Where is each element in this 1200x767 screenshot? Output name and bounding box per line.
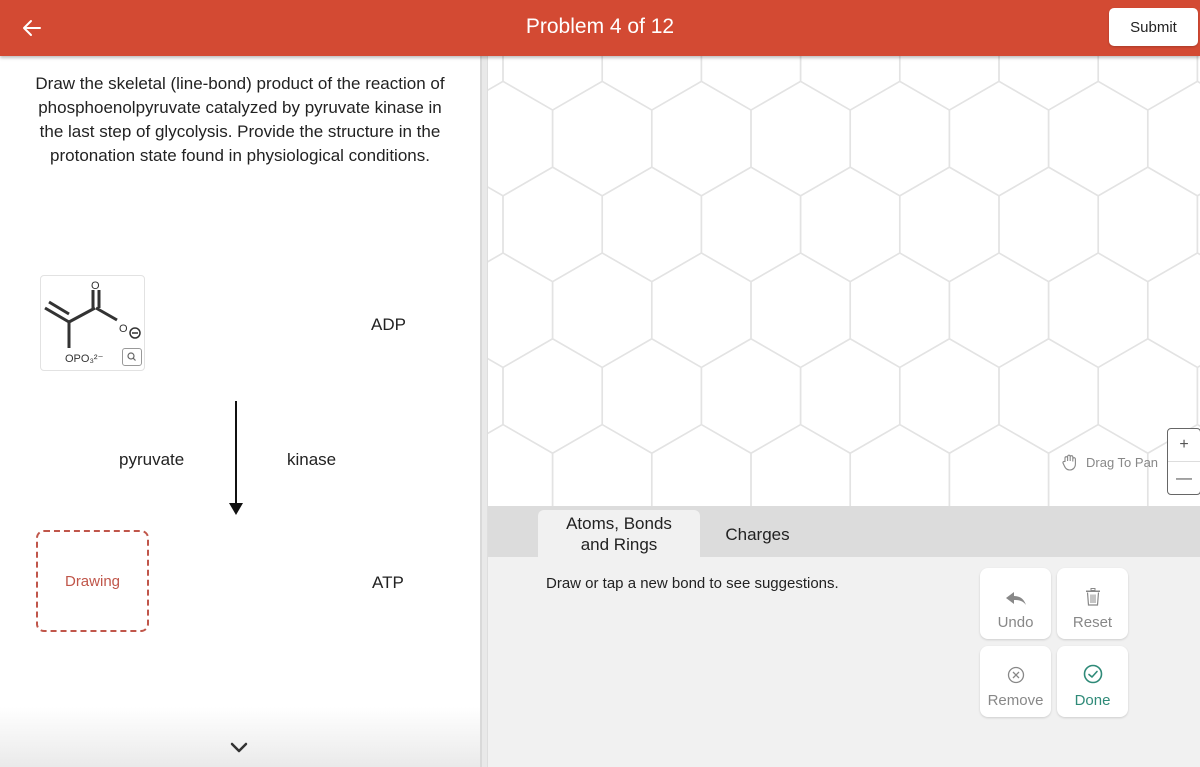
hex-cell bbox=[488, 252, 554, 369]
hex-cell bbox=[849, 80, 951, 197]
undo-label: Undo bbox=[997, 614, 1034, 631]
remove-label: Remove bbox=[987, 692, 1044, 709]
hex-cell bbox=[899, 337, 1000, 455]
close-circle-icon bbox=[1007, 666, 1024, 684]
catalyst-right-label: kinase bbox=[287, 450, 337, 469]
hex-cell bbox=[651, 80, 752, 197]
done-label: Done bbox=[1074, 692, 1111, 709]
tools-panel: Atoms, Bonds and Rings Charges Draw or t… bbox=[488, 506, 1200, 767]
hand-icon bbox=[1062, 454, 1076, 471]
reset-button[interactable]: Reset bbox=[1057, 568, 1128, 639]
page-title: Problem 4 of 12 bbox=[525, 15, 675, 38]
hex-grid bbox=[488, 56, 1200, 506]
reaction-arrow-icon bbox=[229, 401, 243, 515]
hex-cell bbox=[1147, 252, 1200, 369]
hex-cell bbox=[750, 80, 851, 197]
hex-cell bbox=[948, 252, 1050, 369]
hex-cell bbox=[899, 56, 1000, 111]
hex-cell bbox=[488, 357, 504, 435]
pan-hint-label: Drag To Pan bbox=[1086, 454, 1159, 470]
hex-cell bbox=[601, 56, 703, 111]
remove-button[interactable]: Remove bbox=[980, 646, 1051, 717]
check-circle-icon bbox=[1083, 664, 1102, 684]
hex-cell bbox=[1047, 252, 1149, 369]
chevron-down-icon[interactable] bbox=[230, 742, 248, 754]
hex-cell bbox=[651, 423, 752, 506]
hex-cell bbox=[700, 166, 802, 283]
zoom-out-button[interactable]: — bbox=[1168, 462, 1200, 495]
tab-charges[interactable]: Charges bbox=[700, 510, 815, 557]
zoom-controls: + — bbox=[1167, 428, 1200, 495]
hex-cell bbox=[651, 252, 752, 369]
hex-cell bbox=[948, 80, 1050, 197]
hex-cell bbox=[799, 56, 901, 111]
reset-label: Reset bbox=[1072, 614, 1113, 631]
hex-cell bbox=[998, 56, 1099, 111]
hex-cell bbox=[551, 252, 653, 369]
tab-label-line1: Atoms, Bonds bbox=[566, 514, 672, 533]
hex-cell bbox=[899, 166, 1000, 283]
hex-cell bbox=[998, 166, 1099, 283]
question-prompt: Draw the skeletal (line-bond) product of… bbox=[35, 74, 445, 165]
hex-cell bbox=[750, 252, 851, 369]
submit-button[interactable]: Submit bbox=[1109, 8, 1198, 46]
hex-cell bbox=[998, 337, 1099, 455]
hex-cell bbox=[502, 56, 603, 111]
hex-cell bbox=[502, 166, 603, 283]
magnifier-icon bbox=[127, 352, 136, 361]
carbonyl-oxygen: O bbox=[91, 280, 100, 292]
hex-cell bbox=[1097, 166, 1199, 283]
hex-cell bbox=[551, 423, 653, 506]
hex-cell bbox=[849, 252, 951, 369]
hex-cell bbox=[1047, 80, 1149, 197]
hex-cell bbox=[799, 337, 901, 455]
catalyst-left-label: pyruvate bbox=[119, 450, 185, 469]
undo-button[interactable]: Undo bbox=[980, 568, 1051, 639]
panel-divider[interactable] bbox=[480, 56, 488, 767]
pan-hint: Drag To Pan bbox=[1060, 452, 1158, 472]
hex-cell bbox=[948, 423, 1050, 506]
question-panel: Draw the skeletal (line-bond) product of… bbox=[0, 56, 480, 767]
hex-cell bbox=[1097, 56, 1199, 111]
zoom-structure-button[interactable] bbox=[122, 348, 142, 366]
done-button[interactable]: Done bbox=[1057, 646, 1128, 717]
hex-cell bbox=[488, 186, 504, 263]
hex-cell bbox=[601, 337, 703, 455]
trash-icon bbox=[1085, 588, 1100, 606]
hex-cell bbox=[799, 166, 901, 283]
suggestion-hint: Draw or tap a new bond to see suggestion… bbox=[546, 575, 839, 592]
hex-cell bbox=[488, 423, 554, 506]
hex-cell bbox=[502, 337, 603, 455]
zoom-in-button[interactable]: + bbox=[1168, 429, 1200, 462]
byproduct-below-arrow: ATP bbox=[372, 573, 404, 592]
undo-icon bbox=[1005, 592, 1026, 605]
hex-cell bbox=[601, 166, 703, 283]
product-drawing-placeholder[interactable]: Drawing bbox=[36, 530, 149, 632]
hex-cell bbox=[700, 337, 802, 455]
hex-cell bbox=[1147, 80, 1200, 197]
phosphate-group-label: OPO₃²⁻ bbox=[65, 353, 104, 365]
hex-cell bbox=[750, 423, 851, 506]
drawing-canvas[interactable] bbox=[488, 56, 1200, 506]
scroll-fade bbox=[0, 707, 480, 767]
top-bar: Problem 4 of 12 Submit bbox=[0, 0, 1200, 56]
tab-atoms-bonds-rings[interactable]: Atoms, Bonds and Rings bbox=[538, 510, 700, 557]
carboxylate-oxygen: O bbox=[119, 323, 128, 335]
hex-cell bbox=[551, 80, 653, 197]
hex-cell bbox=[849, 423, 951, 506]
tab-strip: Atoms, Bonds and Rings Charges bbox=[488, 506, 1200, 557]
hex-cell bbox=[700, 56, 802, 111]
hex-cell bbox=[488, 80, 554, 197]
tab-label-line2: and Rings bbox=[580, 535, 658, 554]
reagent-above-arrow: ADP bbox=[371, 315, 406, 334]
reactant-structure: O O OPO₃²⁻ bbox=[40, 275, 145, 371]
